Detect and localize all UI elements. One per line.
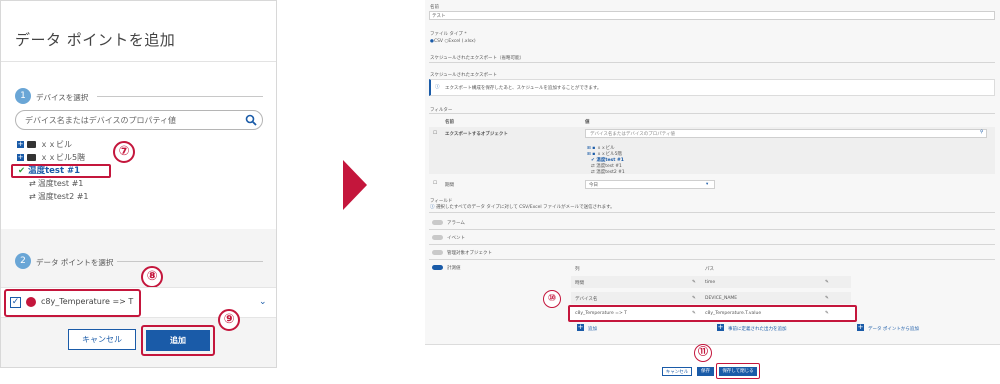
tree-node-device1[interactable]: ⇄ 温度test #1 <box>29 178 83 190</box>
filetype-label: ファイル タイプ * <box>430 32 467 37</box>
step2-label: データ ポイントを選択 <box>36 258 114 267</box>
expand-icon[interactable]: + <box>17 141 24 148</box>
toggle-alarm[interactable] <box>432 220 443 225</box>
device-search-placeholder: デバイス名またはデバイスのプロパティ値 <box>25 116 177 125</box>
period-label: 期間 <box>445 183 454 188</box>
info-text: エクスポート構成を保存したあと、スケジュールを追加することができます。 <box>445 86 602 91</box>
filetype-options[interactable]: ●CSV ○Excel (.xlsx) <box>430 39 476 44</box>
search-icon[interactable] <box>245 114 257 126</box>
add-standard-link[interactable]: 事前に定義された出力を追加 <box>728 326 787 332</box>
step2-line <box>117 261 263 262</box>
transition-arrow-icon <box>343 160 367 210</box>
divider <box>429 229 995 230</box>
search-icon[interactable]: ⚲ <box>980 130 983 135</box>
export-config-panel: 名前 テスト ファイル タイプ * ●CSV ○Excel (.xlsx) スケ… <box>425 0 1000 384</box>
step1-line <box>97 96 263 97</box>
callout-9: ⑨ <box>218 309 240 331</box>
object-search-placeholder: デバイス名またはデバイスのプロパティ値 <box>590 132 675 137</box>
datapoint-checkbox[interactable]: ✓ <box>10 297 21 308</box>
toggle-alarm-label: アラーム <box>447 221 465 226</box>
divider <box>429 259 995 260</box>
export-objects-label: エクスポートするオブジェクト <box>445 132 508 137</box>
toggle-measurement-label: 計測値 <box>447 266 461 271</box>
row-column: デバイス名 <box>575 297 598 302</box>
callout-11: ⑪ <box>694 344 712 362</box>
checkbox-icon[interactable]: ☐ <box>433 131 437 136</box>
name-value: テスト <box>432 14 446 19</box>
toggle-event-label: イベント <box>447 236 465 241</box>
edit-icon[interactable]: ✎ <box>825 296 829 301</box>
name-label: 名前 <box>430 5 439 10</box>
tree-node-building[interactable]: + ｘｘビル <box>17 139 72 151</box>
info-icon: ⓘ <box>435 85 440 90</box>
row-path: DEVICE_NAME <box>705 296 738 301</box>
cancel-button[interactable]: キャンセル <box>662 367 692 376</box>
edit-icon[interactable]: ✎ <box>825 280 829 285</box>
add-datapoint-dialog: データ ポイントを追加 1 デバイスを選択 デバイス名またはデバイスのプロパティ… <box>0 0 277 368</box>
plus-icon[interactable]: + <box>577 324 584 331</box>
schedule-sub: スケジュールされたエクスポート <box>430 73 498 78</box>
row-column: c8y_Temperature => T <box>575 311 627 316</box>
toggle-managed-object-label: 管理対象オブジェクト <box>447 251 492 256</box>
tree-item[interactable]: ⇄ 温度test2 #1 <box>591 169 625 175</box>
dialog-title: データ ポイントを追加 <box>15 31 176 49</box>
add-link[interactable]: 追加 <box>588 326 597 332</box>
divider <box>429 244 995 245</box>
save-and-close-button[interactable]: 保存して閉じる <box>719 367 757 376</box>
datapoint-color-dot <box>26 297 36 307</box>
step1-label: デバイスを選択 <box>36 93 89 102</box>
toggle-event[interactable] <box>432 235 443 240</box>
chevron-down-icon[interactable]: ⌄ <box>259 297 267 307</box>
add-from-datapoint-link[interactable]: データ ポイントから追加 <box>868 326 919 332</box>
col-name-header: 名前 <box>445 120 454 125</box>
tree-node-floor5[interactable]: + ｘｘビル5階 <box>17 152 85 164</box>
divider <box>429 62 995 63</box>
expand-icon[interactable]: + <box>17 154 24 161</box>
folder-icon <box>27 141 36 148</box>
chevron-down-icon[interactable]: ▾ <box>706 182 708 187</box>
divider <box>429 113 995 114</box>
title-divider <box>1 61 276 62</box>
callout-8: ⑧ <box>141 266 163 288</box>
col-value-header: 値 <box>585 120 590 125</box>
plus-icon[interactable]: + <box>857 324 864 331</box>
datapoint-label: c8y_Temperature => T <box>41 297 134 306</box>
footer-bar <box>425 344 1000 384</box>
name-field[interactable] <box>429 11 995 20</box>
save-button[interactable]: 保存 <box>697 367 714 376</box>
divider <box>429 212 995 213</box>
period-value: 今日 <box>589 183 598 188</box>
device-icon: ⇄ <box>29 179 36 188</box>
callout-10: ⑩ <box>543 290 561 308</box>
plus-icon[interactable]: + <box>717 324 724 331</box>
toggle-measurement[interactable] <box>432 265 443 270</box>
col-column-header: 列 <box>575 267 580 272</box>
folder-icon <box>27 154 36 161</box>
check-icon: ✔ <box>18 166 26 176</box>
row-column: 時間 <box>575 281 584 286</box>
schedule-header: スケジュールされたエクスポート（省略可能） <box>430 56 525 61</box>
device-icon: ⇄ <box>29 192 36 201</box>
row-path: time <box>705 280 716 285</box>
checkbox-icon[interactable]: ☐ <box>433 181 437 186</box>
cancel-button[interactable]: キャンセル <box>68 329 136 350</box>
add-button[interactable]: 追加 <box>146 330 210 351</box>
toggle-managed-object[interactable] <box>432 250 443 255</box>
edit-icon[interactable]: ✎ <box>825 311 829 316</box>
edit-icon[interactable]: ✎ <box>692 296 696 301</box>
step2-badge: 2 <box>15 253 31 269</box>
edit-icon[interactable]: ✎ <box>692 280 696 285</box>
tree-node-selected-device[interactable]: ✔ 温度test #1 <box>18 164 80 178</box>
period-select[interactable] <box>585 180 715 189</box>
callout-7: ⑦ <box>113 141 135 163</box>
tree-node-device2[interactable]: ⇄ 温度test2 #1 <box>29 191 89 203</box>
edit-icon[interactable]: ✎ <box>692 311 696 316</box>
row-path: c8y_Temperature.T.value <box>705 311 762 316</box>
col-path-header: パス <box>705 267 714 272</box>
fields-info: ⓘ 選択したすべてのデータ タイプに対して CSV/Excel ファイルがメール… <box>430 205 615 210</box>
step1-badge: 1 <box>15 88 31 104</box>
